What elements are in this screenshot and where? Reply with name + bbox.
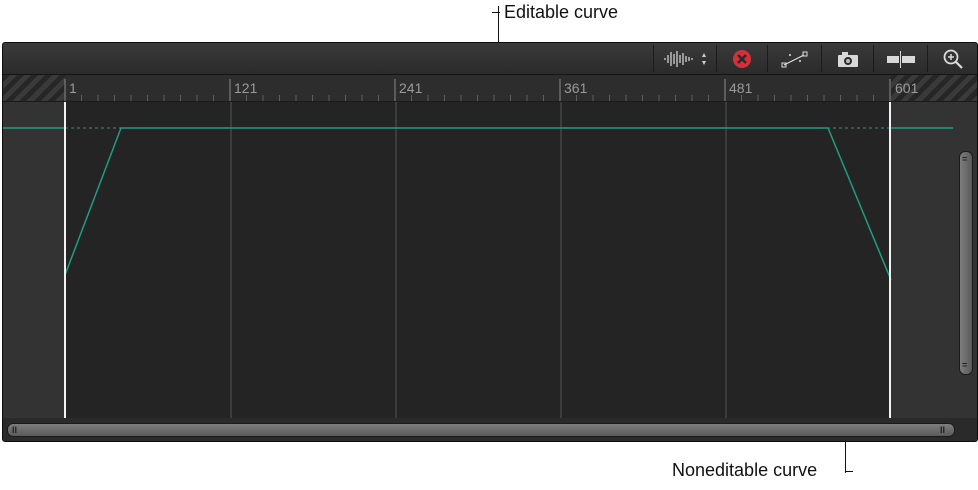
curve-canvas	[3, 102, 953, 418]
noneditable-curve-callout: Noneditable curve	[672, 460, 818, 480]
camera-icon	[837, 51, 858, 67]
fit-range-button[interactable]	[873, 45, 927, 72]
vertical-scrollbar[interactable]: = =	[959, 151, 973, 375]
scroll-grip-top: =	[962, 154, 968, 164]
ruler-label: 241	[399, 80, 423, 96]
editable-curve[interactable]	[64, 127, 892, 281]
ruler-label: 121	[234, 80, 258, 96]
scroll-grip-bottom: =	[962, 360, 968, 370]
editable-curve-callout: Editable curve	[504, 2, 619, 22]
zoom-button[interactable]	[927, 45, 977, 72]
ruler-label: 481	[729, 80, 753, 96]
bezier-curve-icon	[781, 51, 807, 67]
timeline-ruler[interactable]: 1 121 241 361 481 601	[3, 75, 977, 102]
horizontal-scrollbar-area: II II	[3, 419, 977, 441]
curve-edit-button[interactable]	[767, 45, 821, 72]
editable-curve-callout-tick	[492, 12, 500, 13]
scroll-grip-left: II	[12, 425, 18, 435]
range-icon	[886, 50, 915, 68]
audio-waveform-button[interactable]	[653, 45, 716, 72]
ruler-label: 361	[564, 80, 588, 96]
snapshot-button[interactable]	[821, 45, 873, 72]
scroll-grip-right: II	[940, 425, 946, 435]
noneditable-curve-callout-tick	[845, 471, 853, 472]
curve-graph-area[interactable]: = =	[3, 102, 977, 418]
keyframe-editor-window: 1 121 241 361 481 601 = = II II	[2, 42, 978, 442]
horizontal-scrollbar[interactable]: II II	[7, 423, 955, 437]
clear-curves-button[interactable]	[716, 45, 767, 72]
waveform-icon	[664, 50, 706, 67]
ruler-ticks	[64, 79, 891, 101]
ruler-label: 601	[895, 80, 919, 96]
close-circle-icon	[733, 49, 751, 68]
editor-toolbar	[3, 43, 977, 75]
zoom-icon	[943, 49, 963, 69]
ruler-label: 1	[69, 80, 77, 96]
